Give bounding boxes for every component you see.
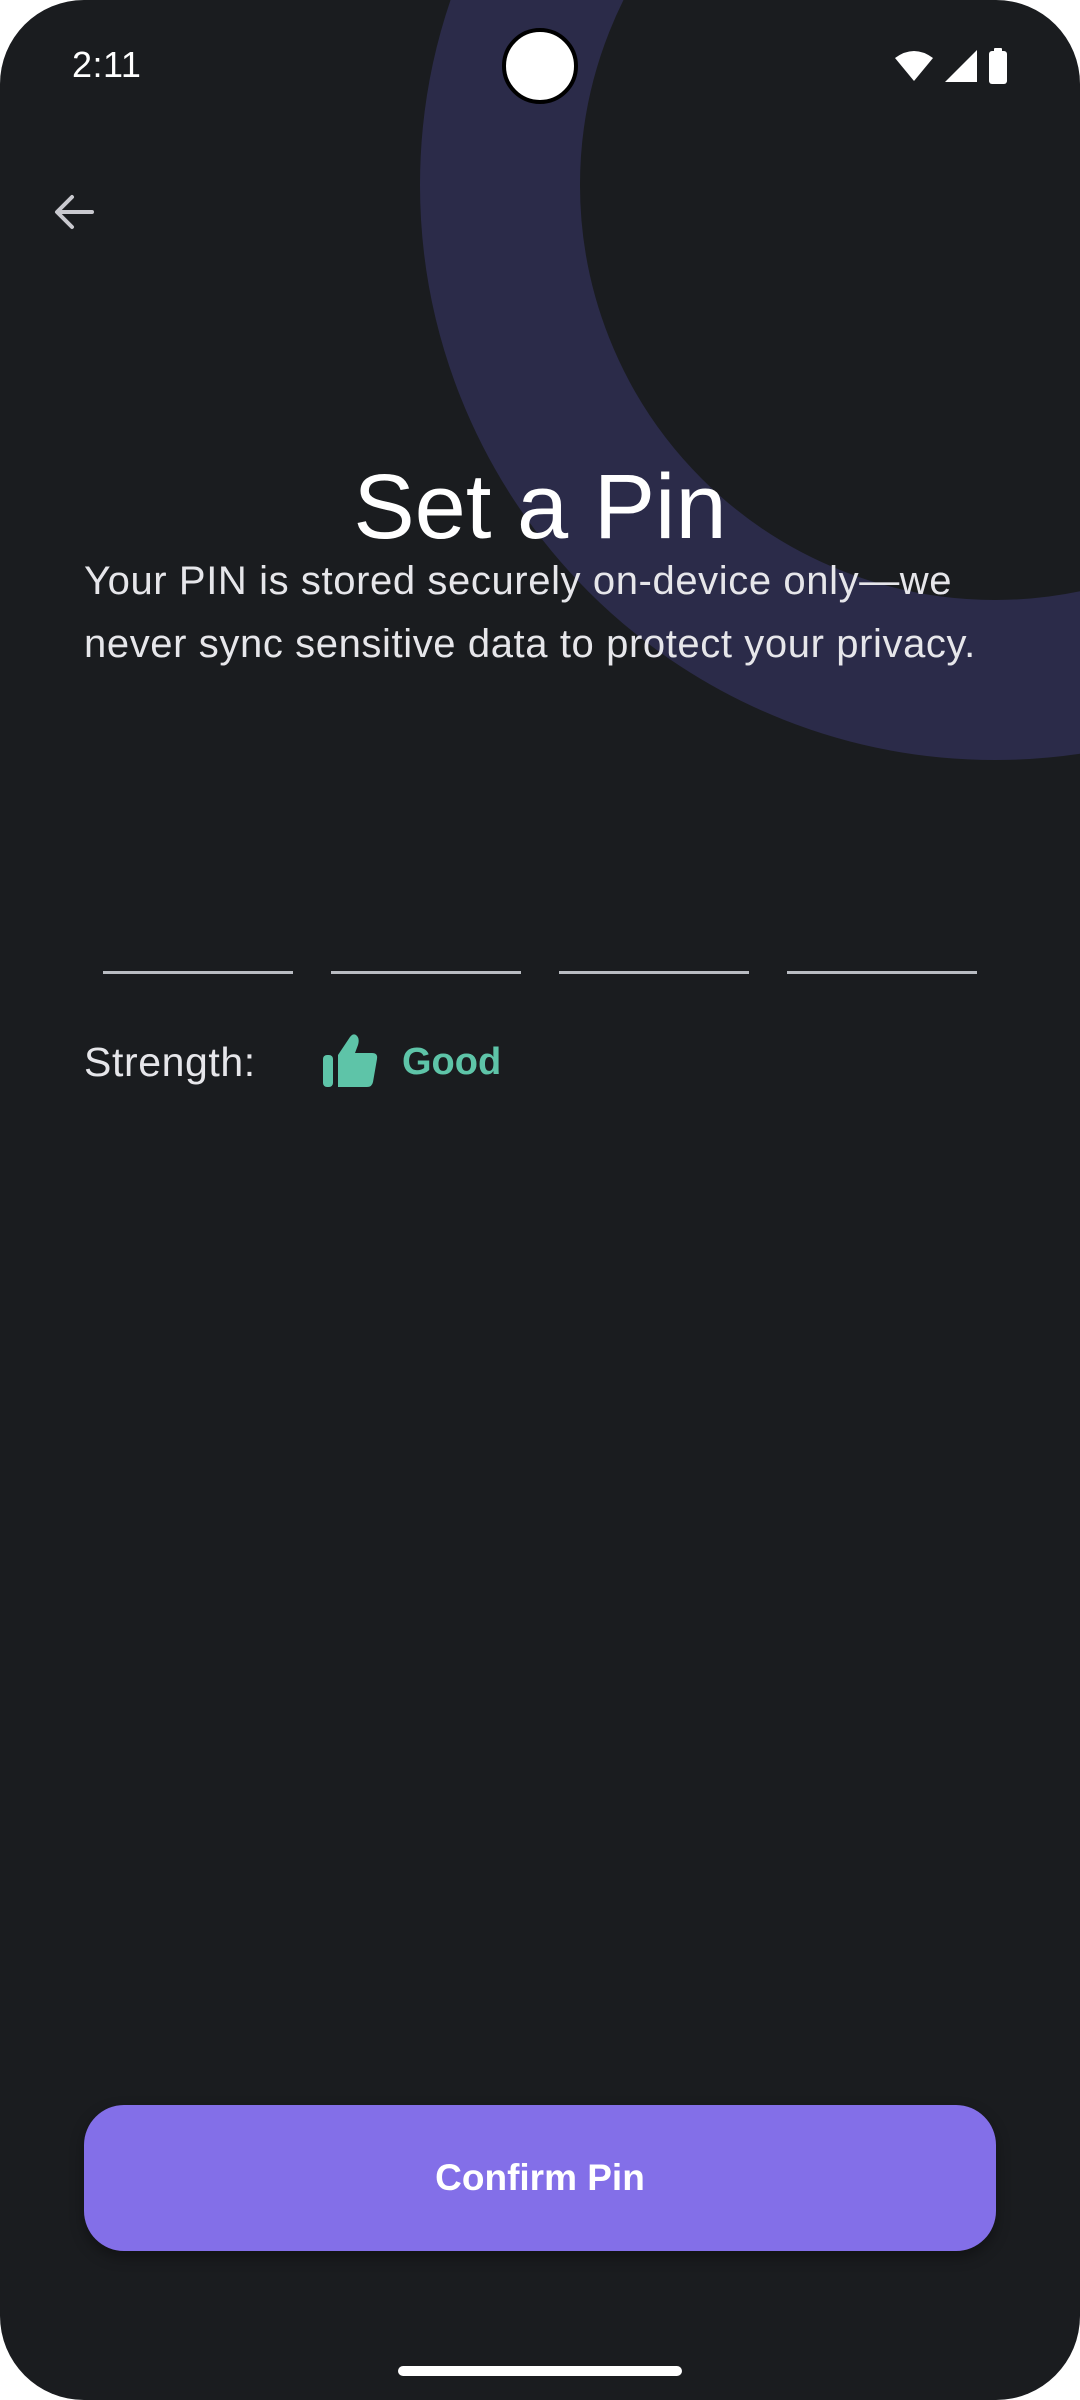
thumbs-up-icon	[320, 1031, 380, 1091]
pin-digit-2[interactable]	[331, 945, 521, 974]
arrow-back-icon	[50, 188, 98, 241]
battery-icon	[988, 48, 1008, 84]
cellular-signal-icon	[944, 49, 978, 83]
pin-input[interactable]	[103, 945, 977, 975]
pin-digit-4[interactable]	[787, 945, 977, 974]
strength-label: Strength:	[84, 1039, 256, 1085]
page-title: Set a Pin	[353, 455, 727, 558]
strength-indicator: Strength: Good	[84, 1034, 784, 1095]
pin-digit-1[interactable]	[103, 945, 293, 974]
strength-value: Good	[402, 1041, 502, 1083]
status-icons	[894, 48, 1008, 84]
camera-cutout	[502, 28, 578, 104]
status-bar: 2:11	[0, 0, 1080, 130]
page-description: Your PIN is stored securely on-device on…	[84, 559, 976, 666]
wifi-icon	[894, 50, 934, 82]
confirm-pin-button[interactable]: Confirm Pin	[84, 2105, 996, 2251]
status-time: 2:11	[72, 44, 142, 85]
set-pin-screen: 2:11 Set a Pin Your PIN is stored secure…	[0, 0, 1080, 2400]
back-button[interactable]	[44, 184, 104, 244]
home-indicator[interactable]	[398, 2366, 682, 2376]
pin-digit-3[interactable]	[559, 945, 749, 974]
